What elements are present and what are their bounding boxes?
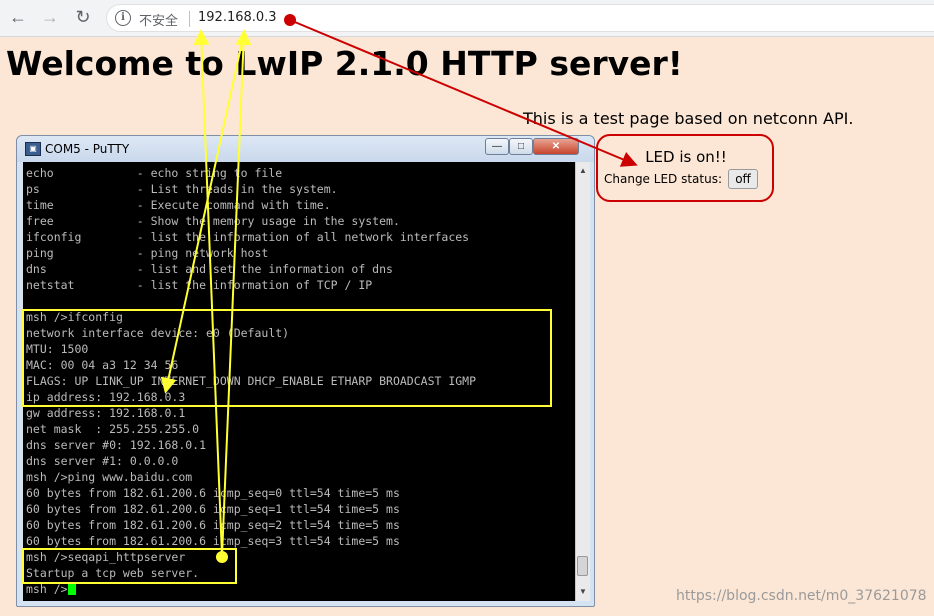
terminal-line: FLAGS: UP LINK_UP INTERNET_DOWN DHCP_ENA… <box>26 373 476 389</box>
terminal-line: MTU: 1500 <box>26 341 88 357</box>
terminal-line: msh /> <box>26 581 76 597</box>
info-icon[interactable]: i <box>115 10 131 26</box>
page-title: Welcome to LwIP 2.1.0 HTTP server! <box>6 44 683 83</box>
terminal-line: 60 bytes from 182.61.200.6 icmp_seq=3 tt… <box>26 533 400 549</box>
terminal-line: 60 bytes from 182.61.200.6 icmp_seq=2 tt… <box>26 517 400 533</box>
terminal-output[interactable]: echo - echo string to fileps - List thre… <box>23 162 575 601</box>
minimize-icon[interactable]: — <box>485 138 509 155</box>
putty-title: COM5 - PuTTY <box>45 142 129 156</box>
terminal-line: dns server #0: 192.168.0.1 <box>26 437 206 453</box>
url-text[interactable]: 192.168.0.3 <box>198 10 277 25</box>
back-arrow-icon[interactable]: ← <box>7 6 29 28</box>
led-change-label: Change LED status: <box>604 172 722 186</box>
led-control-panel: LED is on!! Change LED status: off <box>596 134 774 202</box>
led-toggle-button[interactable]: off <box>728 169 758 189</box>
page-subtitle: This is a test page based on netconn API… <box>523 109 853 128</box>
terminal-line: 60 bytes from 182.61.200.6 icmp_seq=1 tt… <box>26 501 400 517</box>
terminal-scrollbar[interactable]: ▲ ▼ <box>575 162 590 601</box>
browser-toolbar: ← → ↻ i 不安全 192.168.0.3 <box>0 0 934 37</box>
terminal-line: msh />seqapi_httpserver <box>26 549 185 565</box>
terminal-line: gw address: 192.168.0.1 <box>26 405 185 421</box>
terminal-line: network interface device: e0 (Default) <box>26 325 289 341</box>
terminal-line: msh />ping www.baidu.com <box>26 469 192 485</box>
address-bar[interactable]: i 不安全 192.168.0.3 <box>106 4 934 32</box>
terminal-line: net mask : 255.255.255.0 <box>26 421 199 437</box>
terminal-line: echo - echo string to file <box>26 165 282 181</box>
scroll-thumb[interactable] <box>577 556 588 576</box>
terminal-line: time - Execute command with time. <box>26 197 331 213</box>
scroll-down-icon[interactable]: ▼ <box>576 585 590 599</box>
maximize-icon[interactable]: □ <box>509 138 533 155</box>
address-separator <box>189 11 190 27</box>
putty-icon: ▣ <box>25 142 41 156</box>
scroll-up-icon[interactable]: ▲ <box>576 164 590 178</box>
putty-window: ▣ COM5 - PuTTY — □ ✕ echo - echo string … <box>16 135 595 607</box>
reload-icon[interactable]: ↻ <box>72 6 94 28</box>
terminal-line: dns - list and set the information of dn… <box>26 261 393 277</box>
led-status-text: LED is on!! <box>598 148 771 166</box>
terminal-line: 60 bytes from 182.61.200.6 icmp_seq=0 tt… <box>26 485 400 501</box>
terminal-line: netstat - list the information of TCP / … <box>26 277 372 293</box>
forward-arrow-icon[interactable]: → <box>39 6 61 28</box>
terminal-line: ps - List threads in the system. <box>26 181 338 197</box>
terminal-line: ifconfig - list the information of all n… <box>26 229 469 245</box>
terminal-line: dns server #1: 0.0.0.0 <box>26 453 178 469</box>
close-icon[interactable]: ✕ <box>533 138 579 155</box>
terminal-line: free - Show the memory usage in the syst… <box>26 213 400 229</box>
security-label[interactable]: 不安全 <box>139 10 178 29</box>
terminal-line: msh />ifconfig <box>26 309 123 325</box>
terminal-line: Startup a tcp web server. <box>26 565 199 581</box>
putty-titlebar[interactable]: ▣ COM5 - PuTTY — □ ✕ <box>17 136 594 162</box>
terminal-line: ping - ping network host <box>26 245 268 261</box>
watermark: https://blog.csdn.net/m0_37621078 <box>676 588 927 604</box>
terminal-line: MAC: 00 04 a3 12 34 56 <box>26 357 178 373</box>
terminal-cursor <box>68 582 76 595</box>
terminal-line: ip address: 192.168.0.3 <box>26 389 185 405</box>
